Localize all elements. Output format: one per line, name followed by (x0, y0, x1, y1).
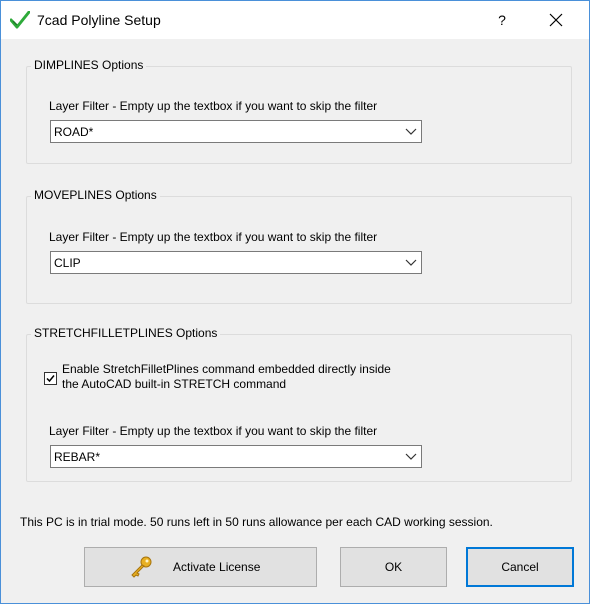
dimplines-group: DIMPLINES Options Layer Filter - Empty u… (26, 58, 572, 164)
stretchfilletplines-group-title: STRETCHFILLETPLINES Options (31, 326, 221, 340)
green-checkmark-icon (10, 11, 30, 29)
cancel-button[interactable]: Cancel (466, 547, 574, 587)
ok-button[interactable]: OK (340, 547, 447, 587)
help-button[interactable]: ? (479, 5, 525, 35)
dimplines-filter-label: Layer Filter - Empty up the textbox if y… (49, 99, 378, 113)
title-bar: 7cad Polyline Setup ? (1, 1, 589, 39)
trial-status-text: This PC is in trial mode. 50 runs left i… (20, 515, 493, 529)
stretchfilletplines-group: STRETCHFILLETPLINES Options Enable Stret… (26, 326, 572, 482)
moveplines-group-title: MOVEPLINES Options (31, 188, 160, 202)
chevron-down-icon[interactable] (405, 259, 417, 267)
stretchfilletplines-layer-filter-combo[interactable]: REBAR* (50, 445, 422, 468)
moveplines-layer-filter-combo[interactable]: CLIP (50, 251, 422, 274)
activate-license-button[interactable]: Activate License (84, 547, 317, 587)
enable-stretchfilletplines-label-line1[interactable]: Enable StretchFilletPlines command embed… (62, 362, 391, 376)
dimplines-group-title: DIMPLINES Options (31, 58, 147, 72)
key-icon (131, 556, 152, 578)
cancel-label: Cancel (501, 560, 539, 574)
moveplines-filter-value: CLIP (54, 256, 81, 270)
ok-label: OK (384, 560, 403, 574)
activate-license-label: Activate License (173, 560, 261, 574)
close-icon (549, 13, 563, 27)
dialog-window: 7cad Polyline Setup ? DIMPLINES Options … (0, 0, 590, 604)
window-title: 7cad Polyline Setup (37, 12, 161, 28)
enable-stretchfilletplines-label-line2[interactable]: the AutoCAD built-in STRETCH command (62, 377, 286, 391)
checkmark-icon (46, 375, 55, 383)
close-button[interactable] (533, 5, 579, 35)
stretchfilletplines-filter-label: Layer Filter - Empty up the textbox if y… (49, 424, 378, 438)
moveplines-group: MOVEPLINES Options Layer Filter - Empty … (26, 188, 572, 304)
dimplines-layer-filter-combo[interactable]: ROAD* (50, 120, 422, 143)
moveplines-filter-label: Layer Filter - Empty up the textbox if y… (49, 230, 378, 244)
dimplines-filter-value: ROAD* (54, 125, 94, 139)
chevron-down-icon[interactable] (405, 128, 417, 136)
chevron-down-icon[interactable] (405, 453, 417, 461)
stretchfilletplines-filter-value: REBAR* (54, 450, 101, 464)
enable-stretchfilletplines-checkbox[interactable] (44, 372, 57, 385)
